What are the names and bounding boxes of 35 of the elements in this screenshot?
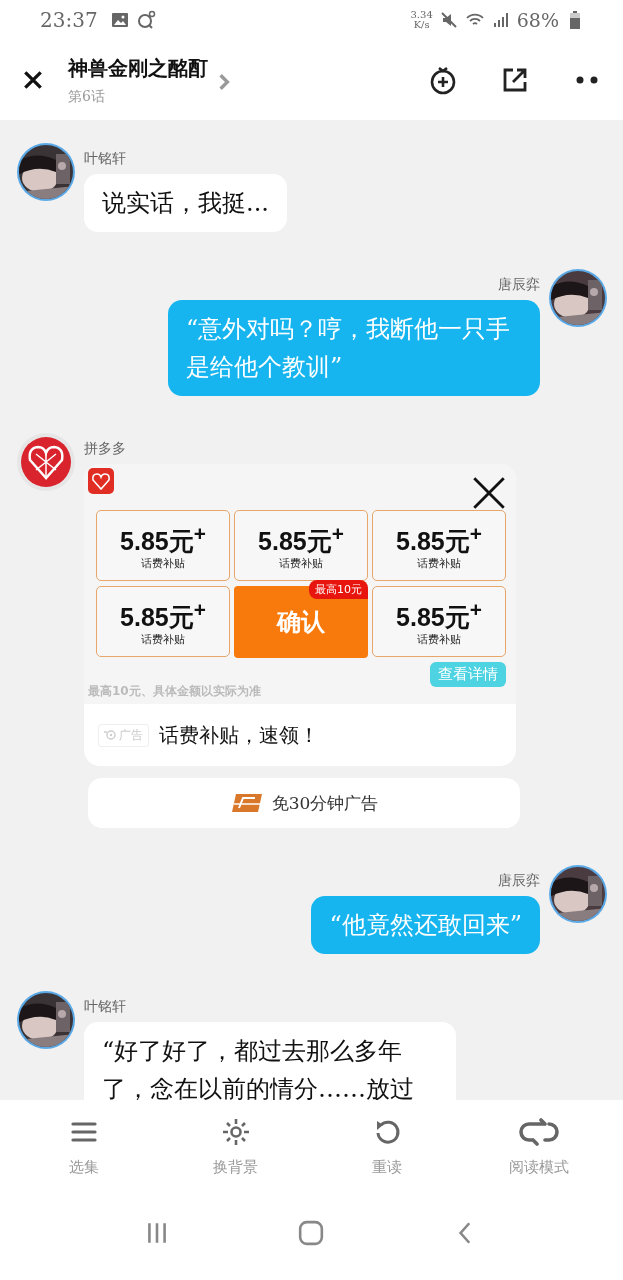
message-bubble: 说实话，我挺... — [84, 174, 287, 232]
ad-headline: 话费补贴，速领！ — [159, 721, 319, 749]
network-speed: 3.34 K/s — [410, 10, 433, 30]
coupon-option[interactable]: 5.85元$^{+}$ 话费补贴 — [372, 586, 506, 657]
coupon-option[interactable]: 5.85元$^{+}$ 话费补贴 — [96, 586, 230, 657]
shop-logo-icon — [88, 468, 114, 494]
coupon-option[interactable]: 5.85元$^{+}$ 话费补贴 — [372, 510, 506, 581]
message-bubble: “好了好了，都过去那么多年了，念在以前的情分……放过 — [84, 1022, 456, 1100]
mute-icon — [438, 10, 459, 30]
loop-icon — [519, 1118, 560, 1146]
max-amount-badge: 最高10元 — [309, 580, 368, 599]
sun-icon — [221, 1118, 250, 1146]
comic-title[interactable]: 神兽金刚之酩酊 — [68, 54, 208, 82]
close-icon[interactable] — [472, 476, 506, 510]
remove-ads-button[interactable]: 免30分钟广告 — [88, 778, 520, 828]
close-icon[interactable] — [22, 69, 44, 91]
coupon-option[interactable]: 5.85元$^{+}$ 话费补贴 — [234, 510, 368, 581]
ad-mark-icon — [104, 729, 116, 741]
status-time: 23:37 — [40, 8, 98, 32]
home-icon[interactable] — [298, 1219, 325, 1246]
sender-name: 唐辰弈 — [498, 872, 540, 890]
battery-percent: 68% — [516, 9, 559, 31]
chevron-right-icon[interactable] — [218, 73, 230, 91]
sender-name: 叶铭轩 — [84, 150, 127, 168]
search-icon — [135, 10, 156, 30]
message-bubble: “他竟然还敢回来” — [311, 896, 540, 954]
image-icon — [109, 10, 130, 30]
sender-name: 拼多多 — [84, 440, 127, 458]
episode-label: 第6话 — [68, 87, 106, 106]
sender-name: 叶铭轩 — [84, 998, 127, 1016]
sender-name: 唐辰弈 — [498, 276, 540, 294]
shop-logo-icon — [16, 432, 76, 492]
ad-disclaimer: 最高10元、具体金额以实际为准 — [88, 683, 262, 700]
coupon-option[interactable]: 5.85元$^{+}$ 话费补贴 — [96, 510, 230, 581]
message-bubble: “意外对吗？哼，我断他一只手是给他个教训” — [168, 300, 540, 396]
